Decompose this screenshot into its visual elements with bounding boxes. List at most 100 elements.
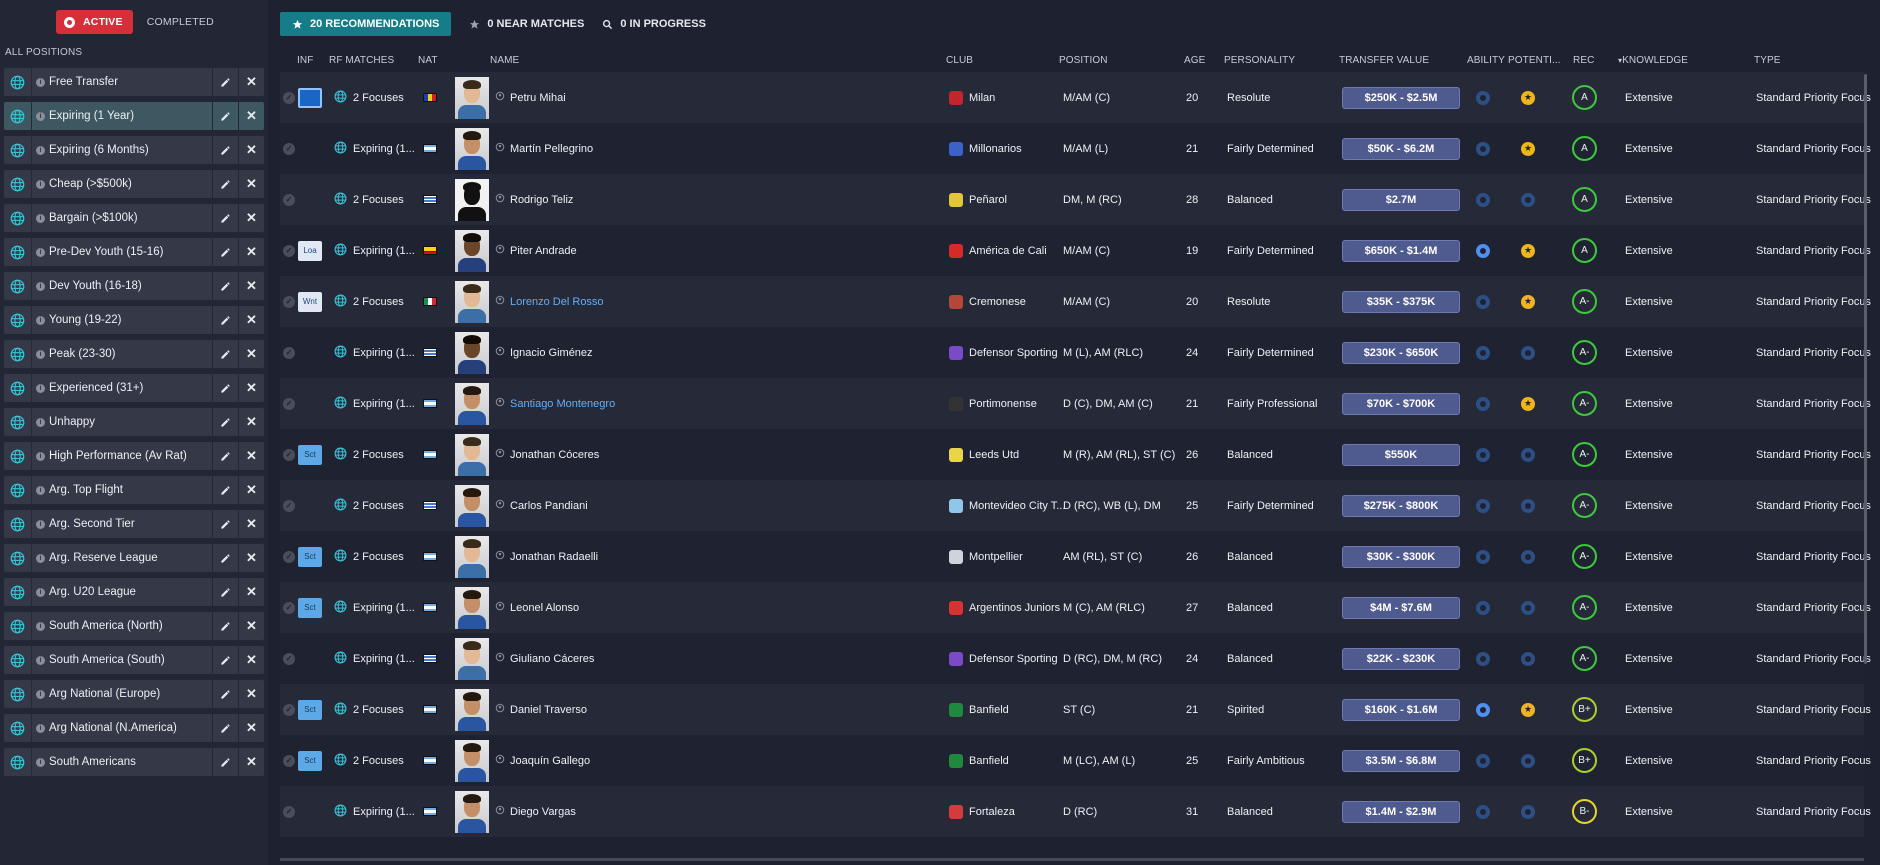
focus-item[interactable]: i Bargain (>$100k) ✕ <box>4 204 264 232</box>
player-name-link[interactable]: Giuliano Cáceres <box>510 653 594 665</box>
edit-focus-button[interactable] <box>213 680 238 708</box>
focus-item-main[interactable]: i Arg. Reserve League <box>4 544 212 572</box>
remove-focus-button[interactable]: ✕ <box>239 680 264 708</box>
player-cell[interactable]: Leonel Alonso <box>455 582 579 633</box>
edit-focus-button[interactable] <box>213 476 238 504</box>
info-icon[interactable]: i <box>36 621 45 631</box>
player-cell[interactable]: Carlos Pandiani <box>455 480 588 531</box>
nationality-cell[interactable] <box>423 429 437 480</box>
col-inf[interactable]: INF <box>297 55 313 66</box>
vertical-scrollbar[interactable] <box>1864 74 1867 664</box>
info-icon[interactable]: i <box>36 417 45 427</box>
row-select-cell[interactable]: ✓ <box>283 684 295 735</box>
focus-item-main[interactable]: i Peak (23-30) <box>4 340 212 368</box>
club-cell[interactable]: Montevideo City T... <box>949 480 1065 531</box>
nationality-cell[interactable] <box>423 786 437 837</box>
focus-item-main[interactable]: i Young (19-22) <box>4 306 212 334</box>
nationality-cell[interactable] <box>423 684 437 735</box>
player-cell[interactable]: Rodrigo Teliz <box>455 174 573 225</box>
row-select-cell[interactable]: ✓ <box>283 786 295 837</box>
edit-focus-button[interactable] <box>213 272 238 300</box>
rf-matches-cell[interactable]: 2 Focuses <box>334 174 404 225</box>
col-position[interactable]: POSITION <box>1059 55 1108 66</box>
focus-item[interactable]: i South America (North) ✕ <box>4 612 264 640</box>
info-icon[interactable]: i <box>36 757 45 767</box>
player-name-link[interactable]: Joaquín Gallego <box>510 755 590 767</box>
focus-item-main[interactable]: i Bargain (>$100k) <box>4 204 212 232</box>
player-name-link[interactable]: Leonel Alonso <box>510 602 579 614</box>
table-row[interactable]: ✓ Loa Expiring (1... Piter Andrade América d… <box>280 225 1871 276</box>
focus-item[interactable]: i South America (South) ✕ <box>4 646 264 674</box>
edit-focus-button[interactable] <box>213 408 238 436</box>
table-row[interactable]: ✓ Sct 2 Focuses Joaquín Gallego Banfield M (L… <box>280 735 1871 786</box>
col-rec[interactable]: REC <box>1573 55 1594 66</box>
rf-matches-cell[interactable]: 2 Focuses <box>334 735 404 786</box>
player-name-link[interactable]: Martín Pellegrino <box>510 143 593 155</box>
edit-focus-button[interactable] <box>213 136 238 164</box>
focus-item[interactable]: i Arg. U20 League ✕ <box>4 578 264 606</box>
completed-toggle-button[interactable]: COMPLETED <box>147 16 214 28</box>
player-name-link[interactable]: Santiago Montenegro <box>510 398 615 410</box>
edit-focus-button[interactable] <box>213 544 238 572</box>
focus-item-main[interactable]: i Cheap (>$500k) <box>4 170 212 198</box>
remove-focus-button[interactable]: ✕ <box>239 102 264 130</box>
edit-focus-button[interactable] <box>213 578 238 606</box>
edit-focus-button[interactable] <box>213 612 238 640</box>
remove-focus-button[interactable]: ✕ <box>239 748 264 776</box>
remove-focus-button[interactable]: ✕ <box>239 340 264 368</box>
focus-item[interactable]: i Arg National (Europe) ✕ <box>4 680 264 708</box>
remove-focus-button[interactable]: ✕ <box>239 714 264 742</box>
focus-item-main[interactable]: i Free Transfer <box>4 68 212 96</box>
player-name-link[interactable]: Daniel Traverso <box>510 704 587 716</box>
focus-item[interactable]: i Expiring (1 Year) ✕ <box>4 102 264 130</box>
col-type[interactable]: TYPE <box>1754 55 1781 66</box>
remove-focus-button[interactable]: ✕ <box>239 68 264 96</box>
focus-item-main[interactable]: i South America (South) <box>4 646 212 674</box>
row-select-cell[interactable]: ✓ <box>283 582 295 633</box>
focus-item[interactable]: i Arg. Top Flight ✕ <box>4 476 264 504</box>
player-cell[interactable]: Ignacio Giménez <box>455 327 593 378</box>
info-icon[interactable]: i <box>36 485 45 495</box>
focus-item[interactable]: i South Americans ✕ <box>4 748 264 776</box>
info-icon[interactable]: i <box>36 179 45 189</box>
table-row[interactable]: ✓ 2 Focuses Petru Mihai Milan M/AM (C) 20 Reso… <box>280 72 1871 123</box>
player-cell[interactable]: Jonathan Radaelli <box>455 531 598 582</box>
info-icon[interactable]: i <box>36 213 45 223</box>
nationality-cell[interactable] <box>423 582 437 633</box>
row-select-cell[interactable]: ✓ <box>283 72 295 123</box>
focus-item[interactable]: i Arg. Reserve League ✕ <box>4 544 264 572</box>
player-name-link[interactable]: Piter Andrade <box>510 245 577 257</box>
player-name-link[interactable]: Diego Vargas <box>510 806 576 818</box>
rf-matches-cell[interactable]: Expiring (1... <box>334 378 415 429</box>
col-rf-matches[interactable]: RF MATCHES <box>329 55 394 66</box>
player-cell[interactable]: Piter Andrade <box>455 225 577 276</box>
nationality-cell[interactable] <box>423 480 437 531</box>
remove-focus-button[interactable]: ✕ <box>239 544 264 572</box>
edit-focus-button[interactable] <box>213 748 238 776</box>
rf-matches-cell[interactable]: 2 Focuses <box>334 684 404 735</box>
remove-focus-button[interactable]: ✕ <box>239 204 264 232</box>
table-row[interactable]: ✓ Expiring (1... Martín Pellegrino Millonar… <box>280 123 1871 174</box>
edit-focus-button[interactable] <box>213 306 238 334</box>
rf-matches-cell[interactable]: Expiring (1... <box>334 786 415 837</box>
club-cell[interactable]: Millonarios <box>949 123 1022 174</box>
club-cell[interactable]: Montpellier <box>949 531 1023 582</box>
table-row[interactable]: ✓ Sct 2 Focuses Jonathan Cóceres Leeds Utd M … <box>280 429 1871 480</box>
table-row[interactable]: ✓ Sct 2 Focuses Daniel Traverso Banfield ST (… <box>280 684 1871 735</box>
row-select-cell[interactable]: ✓ <box>283 735 295 786</box>
player-cell[interactable]: Giuliano Cáceres <box>455 633 594 684</box>
info-icon[interactable]: i <box>36 281 45 291</box>
edit-focus-button[interactable] <box>213 714 238 742</box>
nationality-cell[interactable] <box>423 633 437 684</box>
nationality-cell[interactable] <box>423 225 437 276</box>
focus-item-main[interactable]: i Expiring (1 Year) <box>4 102 212 130</box>
club-cell[interactable]: Defensor Sporting <box>949 633 1058 684</box>
focus-item[interactable]: i Peak (23-30) ✕ <box>4 340 264 368</box>
edit-focus-button[interactable] <box>213 102 238 130</box>
info-icon[interactable]: i <box>36 587 45 597</box>
player-name-link[interactable]: Lorenzo Del Rosso <box>510 296 604 308</box>
info-icon[interactable]: i <box>36 315 45 325</box>
edit-focus-button[interactable] <box>213 374 238 402</box>
info-icon[interactable]: i <box>36 451 45 461</box>
nationality-cell[interactable] <box>423 531 437 582</box>
